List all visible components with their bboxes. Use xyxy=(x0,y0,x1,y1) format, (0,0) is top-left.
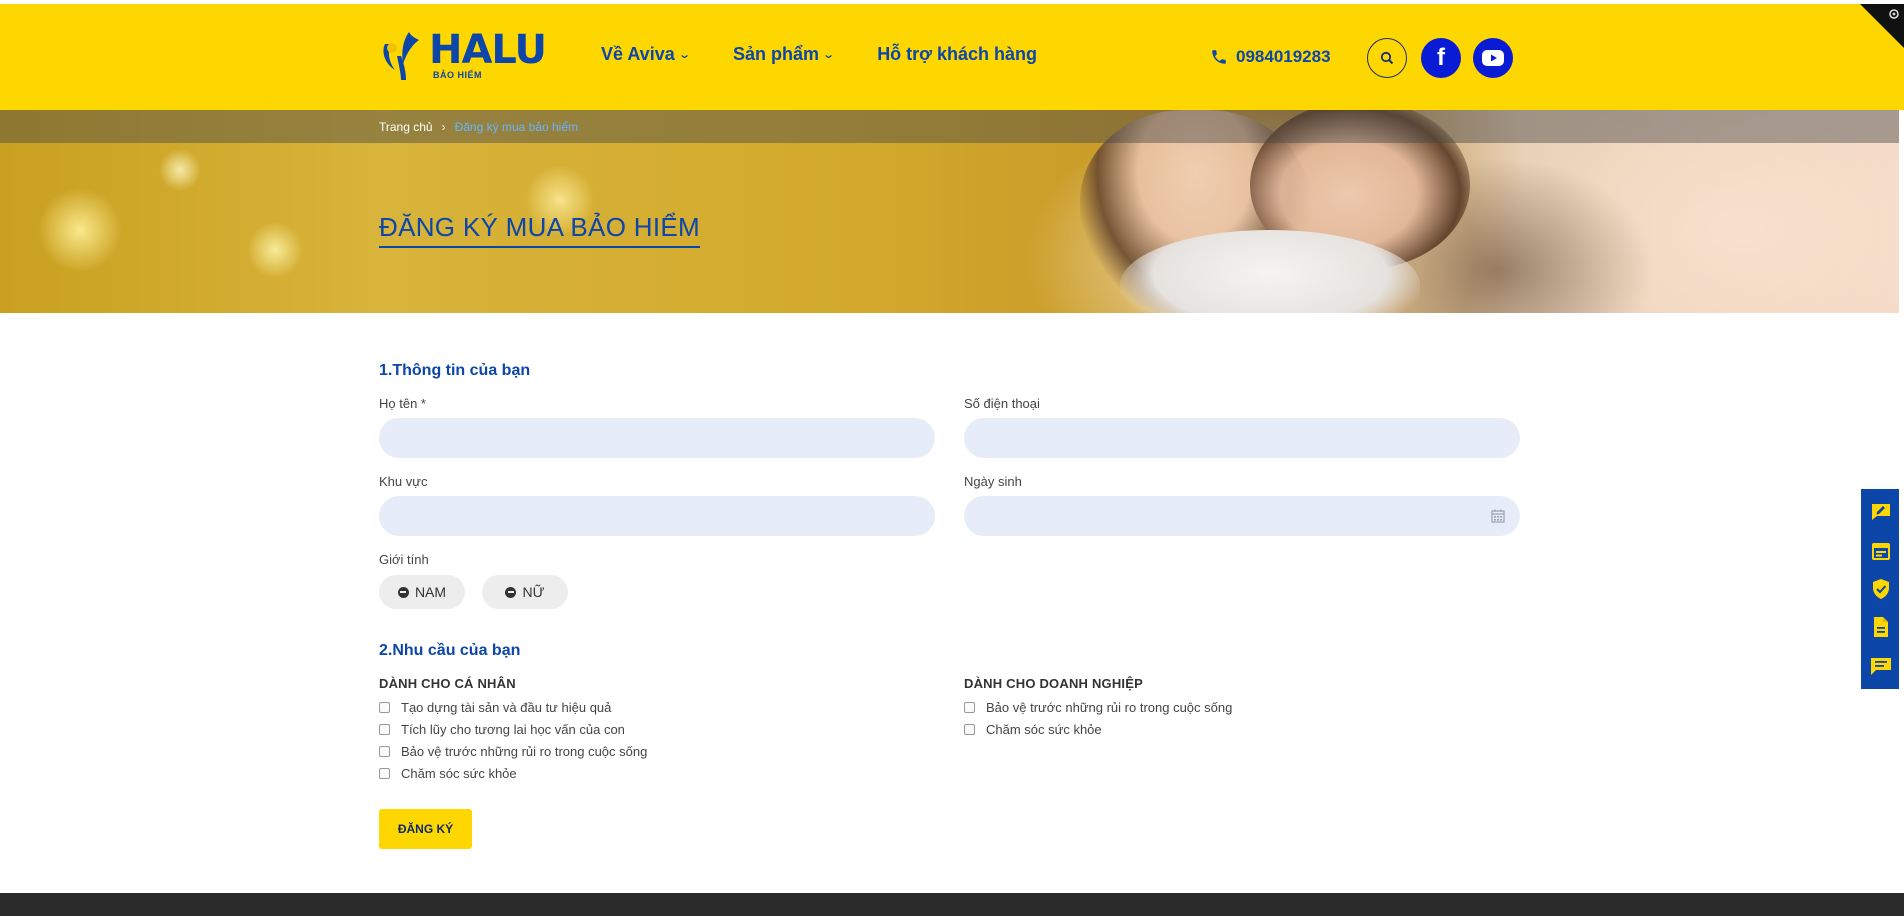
nav-item-label: Sản phẩm xyxy=(732,44,819,64)
phone-icon xyxy=(1212,50,1226,64)
breadcrumb-current: Đăng ký mua bảo hiểm xyxy=(454,119,578,134)
checkbox[interactable] xyxy=(964,724,975,735)
checkbox[interactable] xyxy=(379,768,390,779)
nav-item-ho-tro-khach-hang[interactable]: Hỗ trợ khách hàng xyxy=(877,44,1037,65)
gender-male-label: NAM xyxy=(414,584,447,600)
checkbox[interactable] xyxy=(379,702,390,713)
business-option-0[interactable]: Bảo vệ trước những rủi ro trong cuộc sốn… xyxy=(964,700,1232,715)
page-right-edge xyxy=(1899,110,1904,893)
nav-item-label: Về Aviva xyxy=(601,44,675,64)
site-header: HALU BẢO HIỂM Về Aviva ⌄ Sản phẩm ⌄ Hỗ t… xyxy=(0,0,1904,110)
page: HALU BẢO HIỂM Về Aviva ⌄ Sản phẩm ⌄ Hỗ t… xyxy=(0,0,1904,916)
name-label: Họ tên * xyxy=(379,396,426,411)
phone-field[interactable] xyxy=(964,418,1520,458)
gender-female-button[interactable]: NỮ xyxy=(482,575,568,609)
individual-option-0[interactable]: Tạo dựng tài sản và đầu tư hiệu quả xyxy=(379,700,611,715)
corner-settings-icon[interactable] xyxy=(1860,4,1904,48)
document-icon xyxy=(1874,617,1888,638)
shield-check-icon xyxy=(1873,579,1889,600)
checkbox[interactable] xyxy=(379,746,390,757)
gender-male-button[interactable]: NAM xyxy=(379,575,465,609)
breadcrumb: Trang chủ › Đăng ký mua bảo hiểm xyxy=(0,110,1904,143)
page-banner: Trang chủ › Đăng ký mua bảo hiểm ĐĂNG KÝ… xyxy=(0,110,1904,313)
radio-icon xyxy=(505,586,517,598)
option-label: Tích lũy cho tương lai học vấn của con xyxy=(401,722,625,737)
youtube-button[interactable] xyxy=(1473,38,1513,78)
page-title: ĐĂNG KÝ MUA BẢO HIỂM xyxy=(379,212,700,248)
gender-female-label: NỮ xyxy=(522,584,545,600)
nav-item-san-pham[interactable]: Sản phẩm ⌄ xyxy=(732,44,836,65)
option-label: Chăm sóc sức khỏe xyxy=(401,766,517,781)
side-chat-button[interactable] xyxy=(1861,647,1901,685)
radio-icon xyxy=(397,586,409,598)
search-icon xyxy=(1380,51,1394,65)
submit-button[interactable]: ĐĂNG KÝ xyxy=(379,809,472,849)
side-toolbar xyxy=(1861,489,1901,689)
side-feedback-button[interactable] xyxy=(1861,493,1901,531)
name-field[interactable] xyxy=(379,418,935,458)
calendar-icon[interactable] xyxy=(1491,509,1505,523)
option-label: Bảo vệ trước những rủi ro trong cuộc sốn… xyxy=(401,744,648,759)
checkbox[interactable] xyxy=(379,724,390,735)
hotline-number: 0984019283 xyxy=(1236,47,1331,66)
breadcrumb-home-link[interactable]: Trang chủ xyxy=(379,120,433,134)
business-option-1[interactable]: Chăm sóc sức khỏe xyxy=(964,722,1102,737)
section-title-info: 1.Thông tin của bạn xyxy=(379,362,531,379)
individual-option-3[interactable]: Chăm sóc sức khỏe xyxy=(379,766,517,781)
gender-label: Giới tính xyxy=(379,552,429,567)
birthday-field[interactable] xyxy=(964,496,1520,536)
birthday-label: Ngày sinh xyxy=(964,474,1022,489)
option-label: Bảo vệ trước những rủi ro trong cuộc sốn… xyxy=(986,700,1233,715)
halu-logo[interactable]: HALU BẢO HIỂM xyxy=(379,27,547,82)
section-title-needs: 2.Nhu cầu của bạn xyxy=(379,642,521,659)
side-document-button[interactable] xyxy=(1861,608,1901,646)
feedback-icon xyxy=(1872,504,1890,521)
region-field[interactable] xyxy=(379,496,935,536)
main-nav: Về Aviva ⌄ Sản phẩm ⌄ Hỗ trợ khách hàng xyxy=(601,44,1081,65)
business-group-title: DÀNH CHO DOANH NGHIỆP xyxy=(964,676,1143,691)
chevron-down-icon: ⌄ xyxy=(822,49,836,61)
nav-item-label: Hỗ trợ khách hàng xyxy=(877,44,1037,64)
chat-icon xyxy=(1871,657,1891,675)
search-button[interactable] xyxy=(1367,38,1407,78)
side-calendar-button[interactable] xyxy=(1861,531,1901,569)
option-label: Tạo dựng tài sản và đầu tư hiệu quả xyxy=(401,700,612,715)
side-protection-button[interactable] xyxy=(1861,570,1901,608)
calendar-icon xyxy=(1872,542,1890,560)
logo-mark-icon xyxy=(383,32,419,80)
chevron-right-icon: › xyxy=(441,119,446,134)
phone-label: Số điện thoại xyxy=(964,396,1040,411)
individual-option-2[interactable]: Bảo vệ trước những rủi ro trong cuộc sốn… xyxy=(379,744,647,759)
checkbox[interactable] xyxy=(964,702,975,713)
facebook-icon: f xyxy=(1437,44,1445,71)
option-label: Chăm sóc sức khỏe xyxy=(986,722,1102,737)
logo-word: HALU xyxy=(429,27,547,73)
site-footer xyxy=(0,893,1904,916)
individual-option-1[interactable]: Tích lũy cho tương lai học vấn của con xyxy=(379,722,625,737)
individual-group-title: DÀNH CHO CÁ NHÂN xyxy=(379,676,516,691)
chevron-down-icon: ⌄ xyxy=(677,49,691,61)
youtube-icon xyxy=(1482,50,1504,66)
hotline-link[interactable]: 0984019283 xyxy=(1210,47,1331,67)
nav-item-ve-aviva[interactable]: Về Aviva ⌄ xyxy=(601,44,691,65)
facebook-button[interactable]: f xyxy=(1421,38,1461,78)
region-label: Khu vực xyxy=(379,474,428,489)
